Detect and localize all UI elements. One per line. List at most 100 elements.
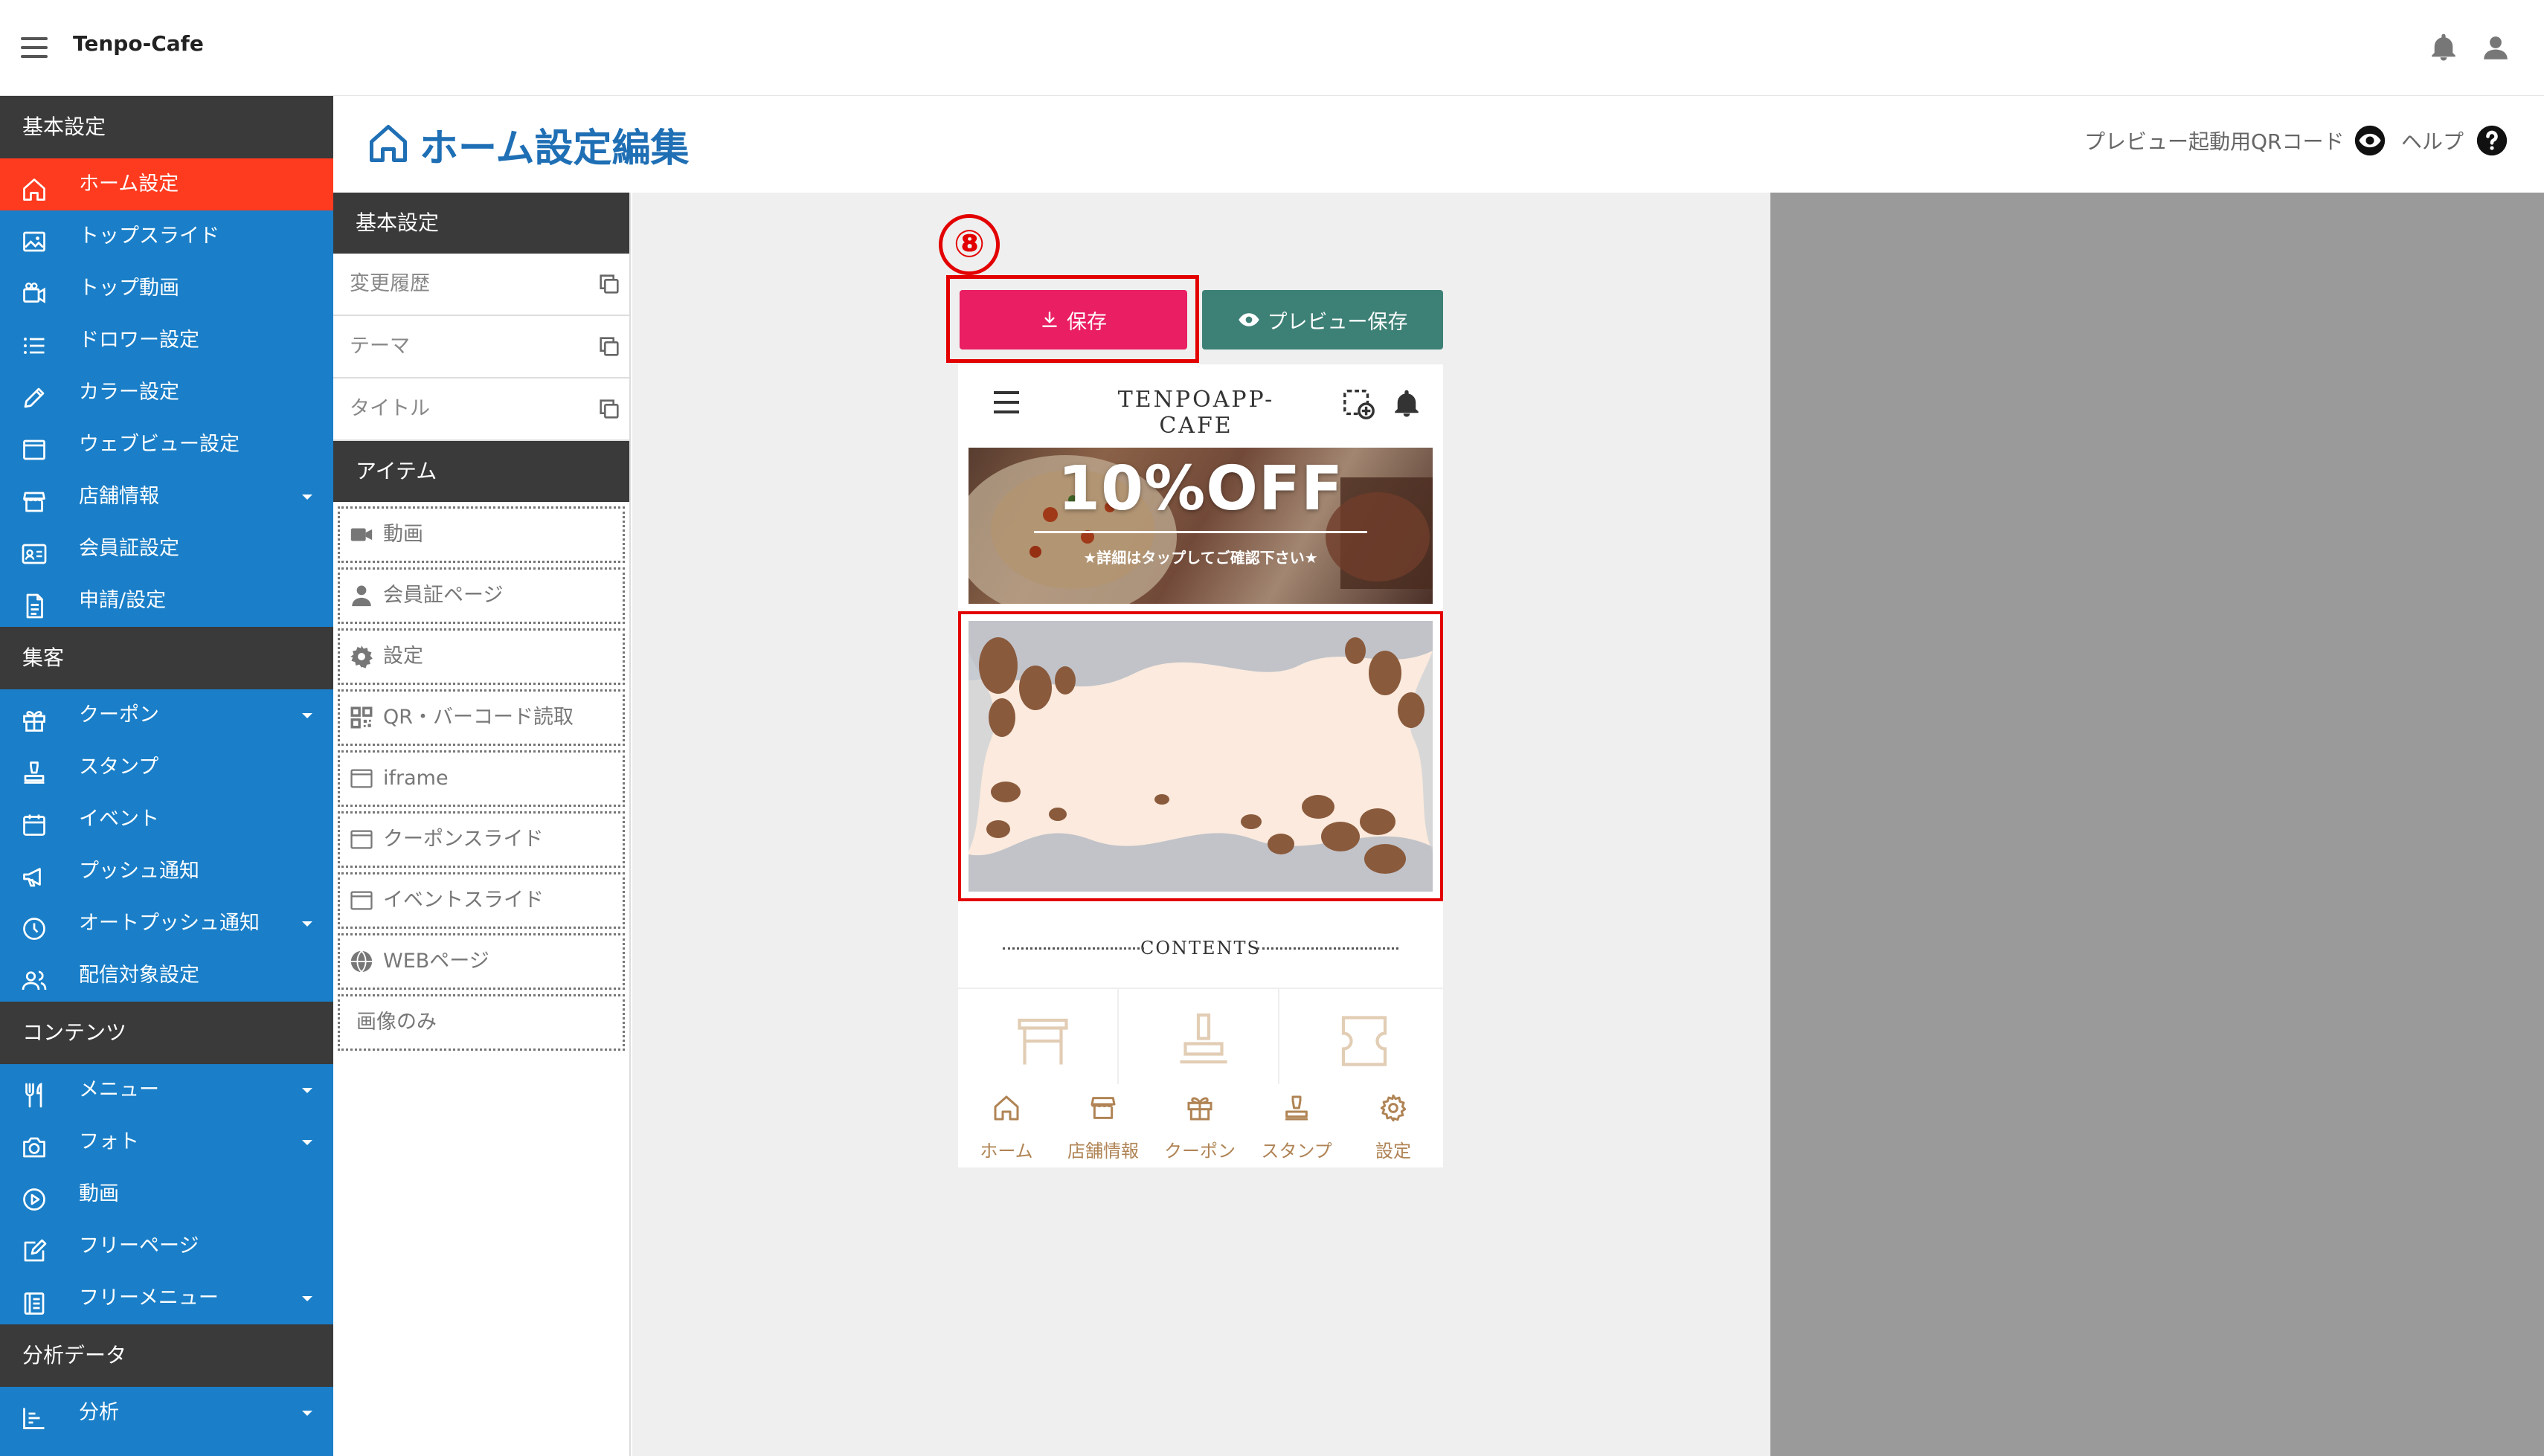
window-icon	[350, 769, 373, 788]
draggable-item[interactable]: 動画	[338, 506, 625, 563]
notification-bell-icon[interactable]	[2428, 31, 2459, 64]
sidebar-item[interactable]: スタンプ	[0, 741, 333, 793]
ticket-icon	[1341, 1016, 1387, 1066]
draggable-item[interactable]: 画像のみ	[338, 994, 625, 1051]
caret-down-icon[interactable]	[302, 495, 312, 500]
sidebar-item-label: トップ動画	[79, 277, 179, 300]
qr-icon	[350, 706, 373, 729]
chart-icon	[23, 1408, 45, 1429]
sidebar-item-label: トップスライド	[79, 225, 219, 248]
phone-tab-label: ホーム	[980, 1141, 1033, 1162]
coupon-banner[interactable]: 10%OFF ★詳細はタップしてご確認下さい★	[969, 448, 1433, 604]
sidebar-item[interactable]: トップ動画	[0, 262, 333, 315]
play-icon	[23, 1188, 45, 1211]
sidebar-item[interactable]: フリーページ	[0, 1220, 333, 1272]
draggable-item[interactable]: 会員証ページ	[338, 567, 625, 624]
gift-icon	[1187, 1097, 1212, 1121]
caret-down-icon[interactable]	[302, 1088, 312, 1093]
save-button[interactable]: 保存	[960, 290, 1187, 349]
preview-qr-link[interactable]: プレビュー起動用QRコード	[2084, 126, 2345, 155]
copy-icon[interactable]	[597, 396, 622, 422]
draggable-item[interactable]: クーポンスライド	[338, 811, 625, 868]
panel-basic-row[interactable]: タイトル	[333, 379, 629, 441]
caret-down-icon[interactable]	[302, 921, 312, 927]
banner-divider	[1034, 531, 1367, 533]
phone-tab[interactable]: 設定	[1345, 1084, 1442, 1167]
megaphone-icon	[23, 868, 41, 887]
eye-icon[interactable]	[2354, 124, 2386, 157]
globe-icon	[350, 950, 373, 973]
panel-basic-row[interactable]: テーマ	[333, 316, 629, 379]
sidebar-item[interactable]: フォト	[0, 1116, 333, 1168]
edit-icon	[24, 1239, 47, 1262]
sidebar-item[interactable]: ホーム設定	[0, 158, 333, 210]
sidebar-item[interactable]: クーポン	[0, 689, 333, 741]
clock-icon	[23, 918, 45, 940]
sidebar-item-label: ドロワー設定	[79, 329, 199, 352]
sidebar-item[interactable]: ドロワー設定	[0, 315, 333, 367]
draggable-item[interactable]: QR・バーコード読取	[338, 689, 625, 746]
video-icon	[350, 528, 373, 541]
sidebar-item[interactable]: 店舗情報	[0, 471, 333, 523]
tile-store[interactable]	[958, 989, 1119, 1086]
preview-save-button[interactable]: プレビュー保存	[1202, 290, 1443, 349]
sidebar-item[interactable]: トップスライド	[0, 210, 333, 262]
draggable-item-label: イベントスライド	[383, 889, 544, 912]
sidebar-item[interactable]: イベント	[0, 793, 333, 845]
phone-tab[interactable]: クーポン	[1151, 1084, 1248, 1167]
home-icon	[370, 125, 407, 162]
sidebar-item[interactable]: オートプッシュ通知	[0, 898, 333, 950]
tile-stamp[interactable]	[1119, 989, 1279, 1086]
stamp-icon	[1285, 1095, 1308, 1121]
store-icon	[1018, 1018, 1068, 1065]
sidebar-item[interactable]: メニュー	[0, 1064, 333, 1116]
calendar-icon	[23, 814, 45, 836]
page-header: ホーム設定編集 プレビュー起動用QRコード ヘルプ	[333, 96, 2544, 193]
phone-tab[interactable]: スタンプ	[1248, 1084, 1345, 1167]
copy-icon[interactable]	[597, 271, 622, 297]
sidebar-item[interactable]: ウェブビュー設定	[0, 419, 333, 471]
sidebar-item[interactable]: 分析	[0, 1387, 333, 1439]
sidebar-item-label: オートプッシュ通知	[79, 912, 260, 935]
phone-tab[interactable]: ホーム	[958, 1084, 1055, 1167]
phone-tab-bar: ホーム 店舗情報 クーポン スタンプ 設定	[958, 1084, 1443, 1167]
sidebar-item[interactable]: カラー設定	[0, 367, 333, 419]
panel-basic-row[interactable]: 変更履歴	[333, 254, 629, 316]
draggable-item[interactable]: イベントスライド	[338, 872, 625, 929]
phone-tab-label: スタンプ	[1261, 1141, 1332, 1162]
content-tiles	[958, 988, 1443, 1086]
panel-items-header: アイテム	[333, 441, 629, 502]
caret-down-icon[interactable]	[302, 1140, 312, 1145]
help-question-icon[interactable]	[2476, 124, 2508, 157]
caret-down-icon[interactable]	[302, 1411, 312, 1416]
help-link[interactable]: ヘルプ	[2401, 126, 2464, 155]
sidebar-item[interactable]: フリーメニュー	[0, 1272, 333, 1324]
copy-icon[interactable]	[597, 334, 622, 359]
sidebar-item[interactable]: 配信対象設定	[0, 950, 333, 1002]
sidebar-item-label: プッシュ通知	[79, 860, 199, 883]
phone-tab[interactable]: 店舗情報	[1055, 1084, 1151, 1167]
fork-knife-icon	[25, 1082, 42, 1108]
hamburger-menu-icon[interactable]	[21, 37, 48, 58]
stamp-card-add-icon[interactable]	[1342, 387, 1376, 421]
sidebar-item[interactable]: プッシュ通知	[0, 845, 333, 898]
draggable-item[interactable]: WEBページ	[338, 933, 625, 990]
dotted-rule-left	[1003, 947, 1144, 950]
sidebar-item[interactable]: 会員証設定	[0, 523, 333, 575]
gift-icon	[23, 710, 45, 732]
phone-bell-icon[interactable]	[1391, 387, 1422, 421]
caret-down-icon[interactable]	[302, 1296, 312, 1301]
draggable-item[interactable]: 設定	[338, 628, 625, 685]
sidebar-section-header: 集客	[0, 627, 333, 689]
tile-coupon[interactable]	[1279, 989, 1440, 1086]
top-bar: Tenpo-Cafe	[0, 0, 2544, 96]
users-icon	[22, 970, 47, 990]
sidebar-item[interactable]: 申請/設定	[0, 575, 333, 627]
sidebar-item[interactable]: 動画	[0, 1168, 333, 1220]
user-account-icon[interactable]	[2480, 31, 2511, 64]
caret-down-icon[interactable]	[302, 713, 312, 718]
draggable-item[interactable]: iframe	[338, 750, 625, 807]
sidebar-item-label: 会員証設定	[79, 537, 179, 560]
phone-menu-icon[interactable]	[994, 391, 1019, 415]
sidebar-item-label: クーポン	[79, 703, 159, 727]
